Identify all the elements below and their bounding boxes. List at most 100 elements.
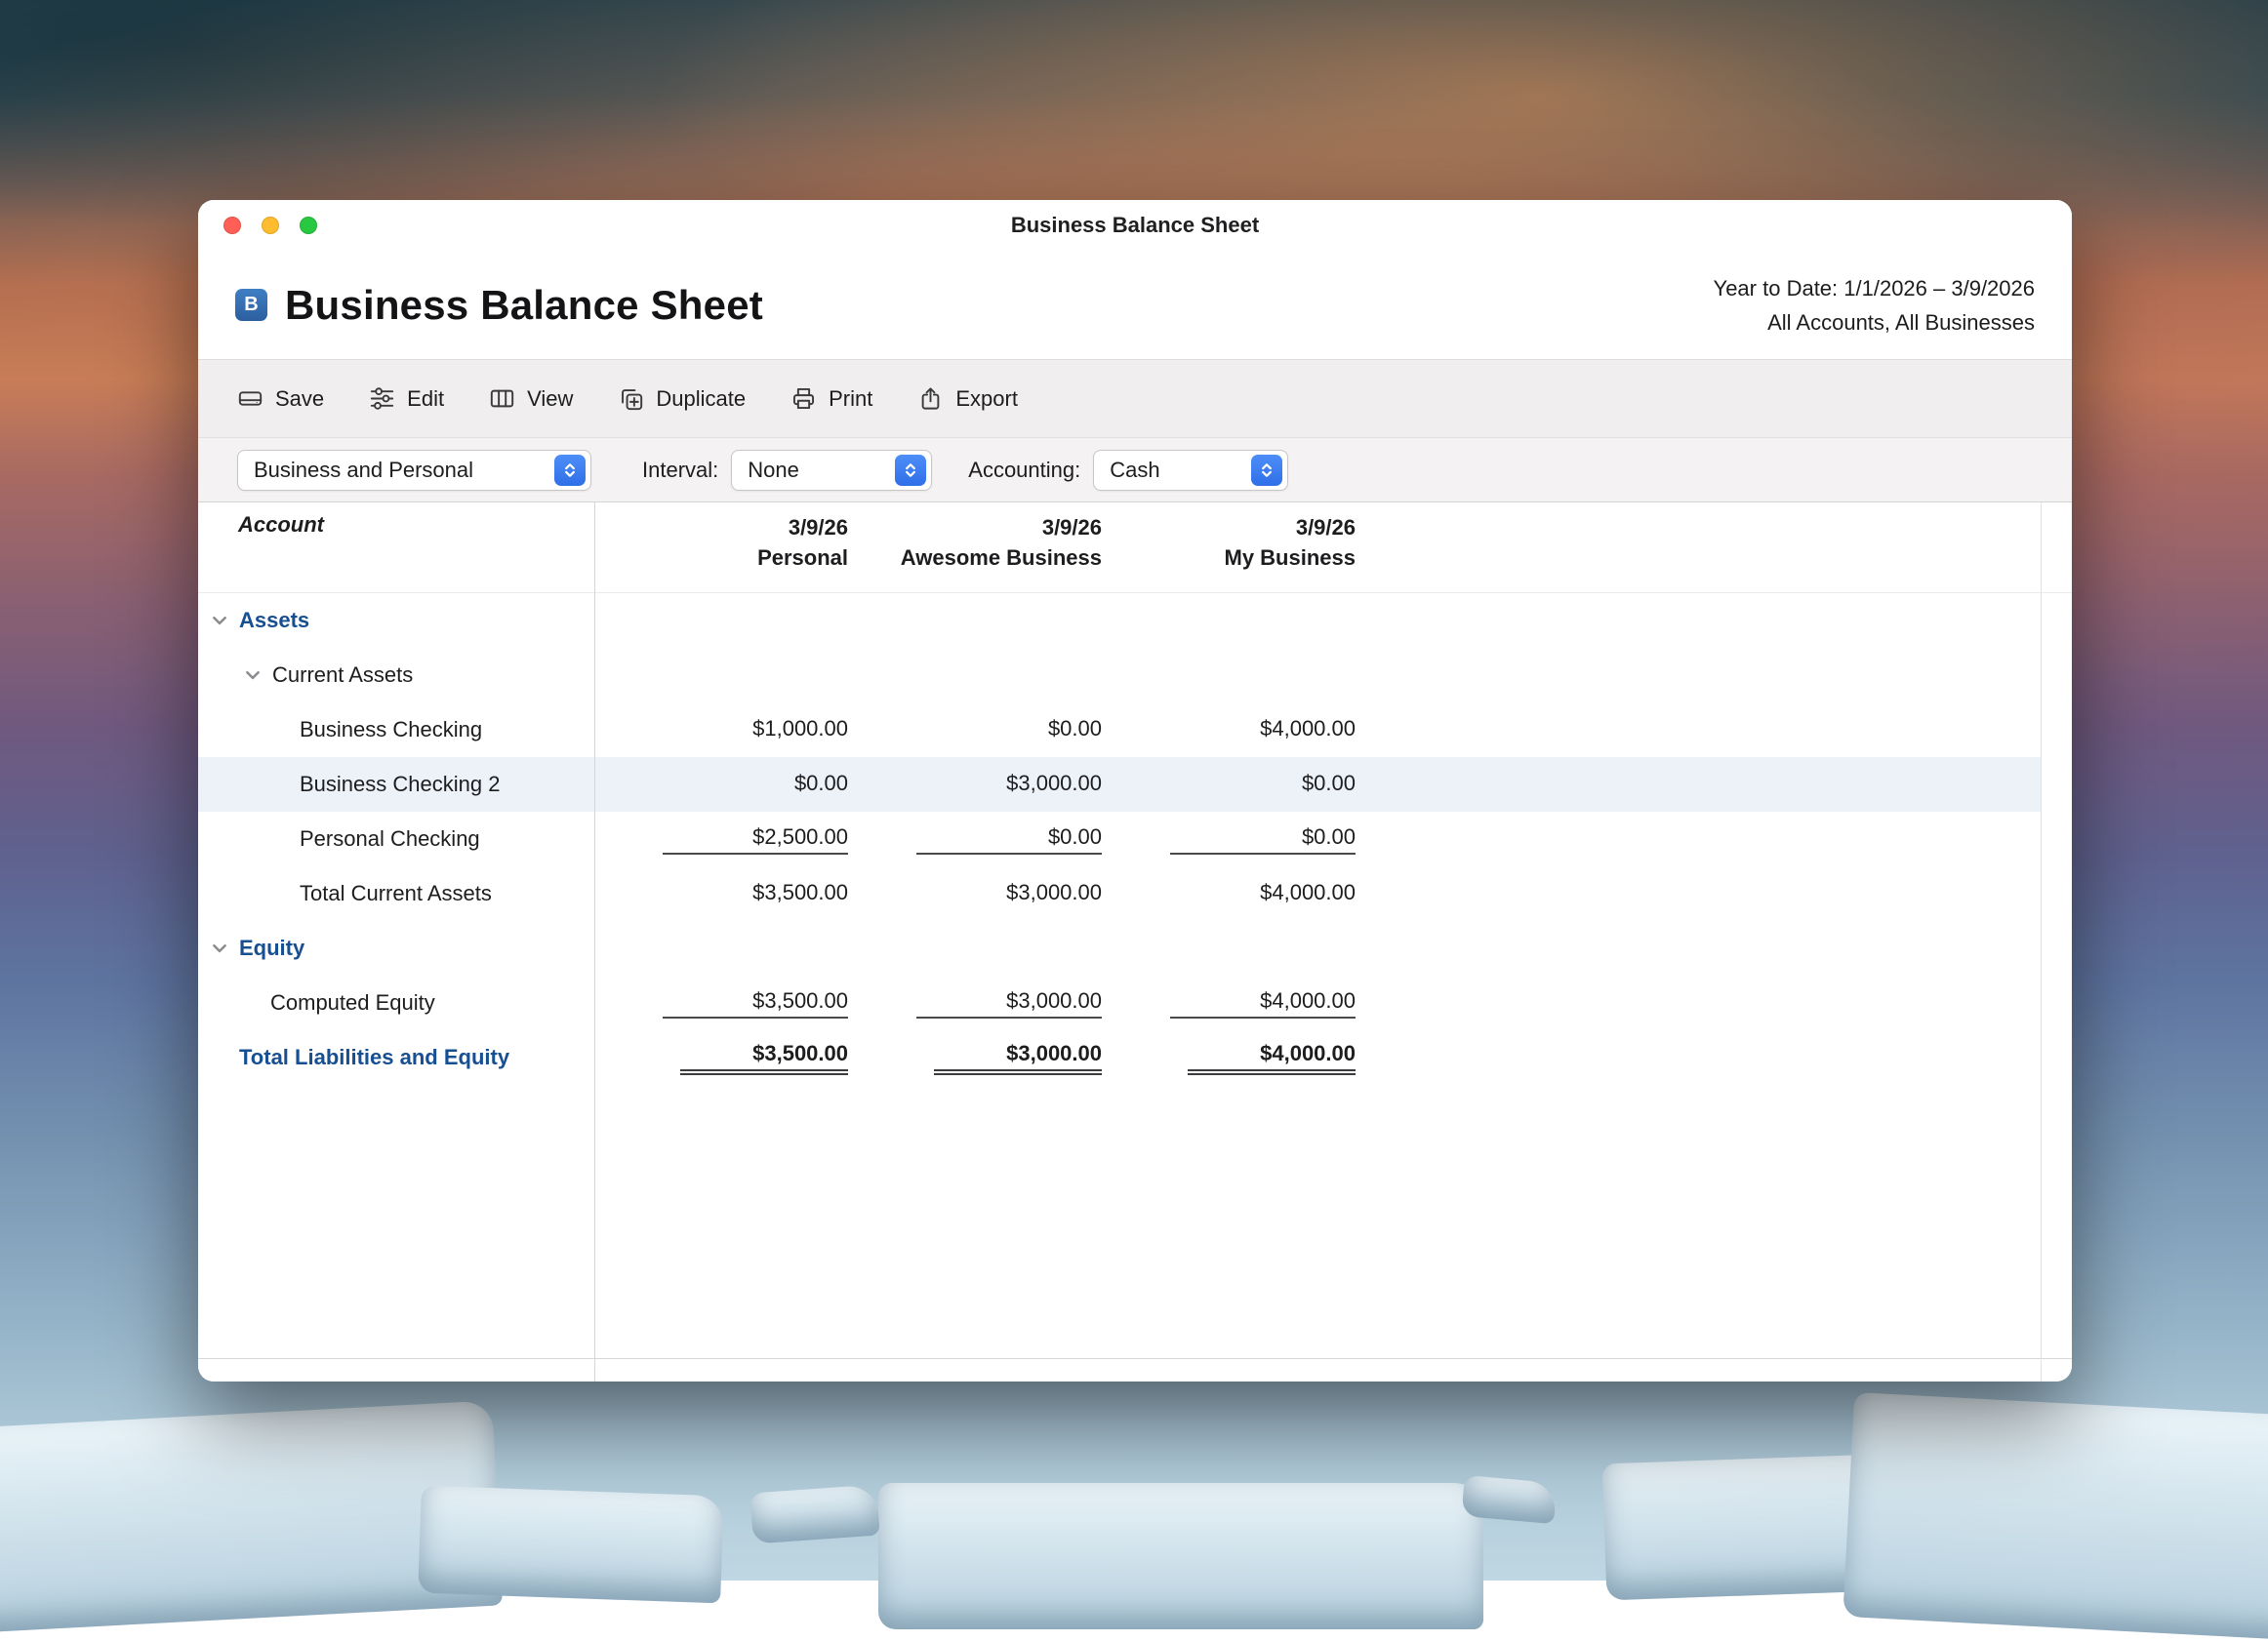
- date-range: Year to Date: 1/1/2026 – 3/9/2026: [1714, 271, 2035, 305]
- table-row-business-checking[interactable]: Business Checking$1,000.00$0.00$4,000.00: [198, 702, 2041, 757]
- window-titlebar: Business Balance Sheet: [198, 200, 2072, 251]
- column-date: 3/9/26: [848, 512, 1102, 542]
- column-header-my-business: 3/9/26 My Business: [1102, 512, 1356, 592]
- app-window: Business Balance Sheet B Business Balanc…: [198, 200, 2072, 1382]
- cell-value: $0.00: [848, 824, 1102, 855]
- toolbar-label: View: [527, 386, 573, 412]
- iceberg: [418, 1486, 724, 1604]
- stepper-arrows-icon: [554, 455, 586, 486]
- report-table: Account 3/9/26 Personal 3/9/26 Awesome B…: [198, 502, 2072, 1358]
- column-date: 3/9/26: [594, 512, 848, 542]
- table-row-total-liabilities-and-equity[interactable]: Total Liabilities and Equity $3,500.00$3,…: [198, 1030, 2041, 1085]
- stepper-arrows-icon: [1251, 455, 1282, 486]
- toolbar-label: Export: [955, 386, 1018, 412]
- row-label: Personal Checking: [300, 826, 480, 852]
- row-label: Assets: [239, 608, 309, 633]
- accounts-scope: All Accounts, All Businesses: [1714, 305, 2035, 340]
- row-label: Total Liabilities and Equity: [239, 1045, 509, 1070]
- export-button[interactable]: Export: [917, 385, 1018, 412]
- table-row-current-assets[interactable]: Current Assets: [198, 648, 2041, 702]
- save-button[interactable]: Save: [237, 385, 324, 412]
- row-label: Business Checking 2: [300, 772, 500, 797]
- cell-value: $3,000.00: [848, 988, 1102, 1019]
- page-title: Business Balance Sheet: [285, 282, 763, 329]
- table-row-assets[interactable]: Assets: [198, 593, 2041, 648]
- table-header-row: Account 3/9/26 Personal 3/9/26 Awesome B…: [198, 502, 2072, 593]
- stepper-arrows-icon: [895, 455, 926, 486]
- edit-sliders-icon: [369, 385, 395, 412]
- cell-value: $0.00: [1102, 771, 1356, 799]
- interval-select[interactable]: None: [731, 450, 932, 491]
- accounting-label: Accounting:: [968, 458, 1080, 483]
- cell-value: [594, 608, 848, 633]
- interval-label: Interval:: [642, 458, 718, 483]
- cell-value: $1,000.00: [594, 716, 848, 744]
- column-header-awesome-business: 3/9/26 Awesome Business: [848, 512, 1102, 592]
- cell-value: $4,000.00: [1102, 1041, 1356, 1075]
- table-row-computed-equity[interactable]: Computed Equity $3,500.00$3,000.00$4,000.…: [198, 976, 2041, 1030]
- iceberg: [1843, 1392, 2268, 1642]
- cell-value: [594, 936, 848, 961]
- chevron-down-icon[interactable]: [243, 665, 272, 685]
- cell-value: $4,000.00: [1102, 880, 1356, 908]
- duplicate-button[interactable]: Duplicate: [618, 385, 746, 412]
- cell-value: $3,000.00: [848, 1041, 1102, 1075]
- accounting-select-value: Cash: [1110, 458, 1159, 483]
- cell-value: [1102, 662, 1356, 688]
- cell-value: $2,500.00: [594, 824, 848, 855]
- cell-value: $0.00: [848, 716, 1102, 744]
- iceberg: [749, 1485, 879, 1544]
- row-label: Total Current Assets: [300, 881, 492, 906]
- print-button[interactable]: Print: [790, 385, 872, 412]
- toolbar-label: Duplicate: [656, 386, 746, 412]
- toolbar-label: Edit: [407, 386, 444, 412]
- column-name: Personal: [594, 542, 848, 573]
- report-icon: B: [235, 289, 267, 321]
- cell-value: [594, 662, 848, 688]
- cell-value: $3,000.00: [848, 771, 1102, 799]
- cell-value: $4,000.00: [1102, 988, 1356, 1019]
- scope-select-value: Business and Personal: [254, 458, 473, 483]
- edit-button[interactable]: Edit: [369, 385, 444, 412]
- row-label: Current Assets: [272, 662, 413, 688]
- table-row-personal-checking[interactable]: Personal Checking$2,500.00$0.00$0.00: [198, 812, 2041, 866]
- view-button[interactable]: View: [489, 385, 573, 412]
- cell-value: $3,000.00: [848, 880, 1102, 908]
- accounting-select[interactable]: Cash: [1093, 450, 1288, 491]
- table-row-total-current-assets[interactable]: Total Current Assets $3,500.00$3,000.00$4…: [198, 866, 2041, 921]
- table-row-equity[interactable]: Equity: [198, 921, 2041, 976]
- cell-value: $3,500.00: [594, 988, 848, 1019]
- column-header-personal: 3/9/26 Personal: [594, 512, 848, 592]
- column-separator-left: [594, 502, 595, 1382]
- view-columns-icon: [489, 385, 515, 412]
- table-row-business-checking-2[interactable]: Business Checking 2 $0.00$3,000.00$0.00: [198, 757, 2041, 812]
- iceberg: [878, 1483, 1483, 1629]
- row-label: Computed Equity: [270, 990, 435, 1016]
- chevron-down-icon[interactable]: [210, 611, 239, 630]
- chevron-down-icon[interactable]: [210, 939, 239, 958]
- cell-value: [848, 936, 1102, 961]
- toolbar-label: Save: [275, 386, 324, 412]
- column-name: My Business: [1102, 542, 1356, 573]
- cell-value: [848, 662, 1102, 688]
- column-name: Awesome Business: [848, 542, 1102, 573]
- row-label: Business Checking: [300, 717, 482, 742]
- column-date: 3/9/26: [1102, 512, 1356, 542]
- scope-select[interactable]: Business and Personal: [237, 450, 591, 491]
- toolbar: Save Edit View Duplicate: [198, 359, 2072, 437]
- cell-value: $0.00: [594, 771, 848, 799]
- cell-value: [1102, 936, 1356, 961]
- cell-value: $0.00: [1102, 824, 1356, 855]
- filter-bar: Business and Personal Interval: None Acc…: [198, 437, 2072, 502]
- cell-value: [848, 608, 1102, 633]
- interval-select-value: None: [748, 458, 799, 483]
- row-label: Equity: [239, 936, 304, 961]
- column-separator-right: [2041, 502, 2042, 1382]
- window-title: Business Balance Sheet: [198, 213, 2072, 238]
- account-column-header: Account: [198, 512, 594, 592]
- cell-value: $3,500.00: [594, 880, 848, 908]
- cell-value: [1102, 608, 1356, 633]
- iceberg: [1461, 1475, 1557, 1524]
- toolbar-label: Print: [829, 386, 872, 412]
- cell-value: $3,500.00: [594, 1041, 848, 1075]
